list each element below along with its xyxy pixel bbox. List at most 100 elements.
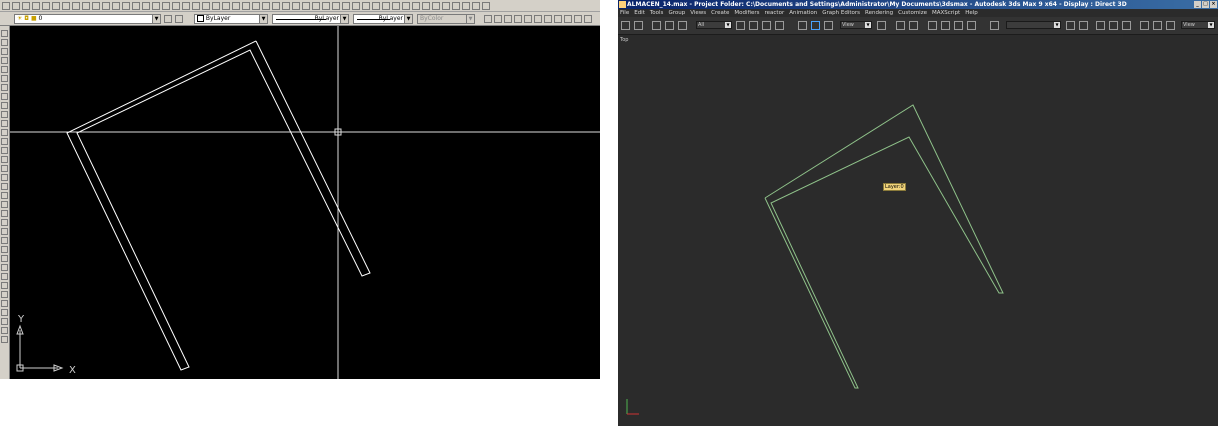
material-editor-icon[interactable] [1140, 21, 1149, 30]
preview-icon[interactable] [42, 1, 50, 10]
layer-previous-icon[interactable] [175, 15, 183, 23]
polygon-icon[interactable] [1, 57, 8, 64]
move-side-icon[interactable] [1, 246, 8, 253]
minimize-button[interactable]: _ [1194, 1, 1201, 8]
view-left-icon[interactable] [262, 1, 270, 10]
render-setup-icon[interactable] [1153, 21, 1162, 30]
erase-side-icon[interactable] [1, 201, 8, 208]
make-block-icon[interactable] [1, 138, 8, 145]
curve-editor-icon[interactable] [1109, 21, 1118, 30]
linetype-combo[interactable]: ByLayer ▼ [272, 14, 349, 24]
rotate-icon[interactable] [811, 21, 820, 30]
menu-create[interactable]: Create [711, 9, 729, 17]
stretch-icon[interactable] [564, 15, 572, 23]
arc-icon[interactable] [1, 75, 8, 82]
select-and-link-icon[interactable] [652, 21, 661, 30]
named-selection-sets-combo[interactable]: ▼ [1006, 21, 1061, 29]
ucs-object-icon[interactable] [322, 1, 330, 10]
viewport-canvas[interactable] [618, 35, 1218, 426]
rotate-icon[interactable] [544, 15, 552, 23]
reference-coordinate-combo[interactable]: View ▼ [840, 21, 872, 29]
bind-space-warp-icon[interactable] [678, 21, 687, 30]
mirror-side-icon[interactable] [1, 219, 8, 226]
redo-icon[interactable] [634, 21, 643, 30]
rectangle-icon[interactable] [1, 66, 8, 73]
offset-icon[interactable] [514, 15, 522, 23]
dimension-radius-icon[interactable] [412, 1, 420, 10]
table-icon[interactable] [1, 183, 8, 190]
select-and-manipulate-icon[interactable] [896, 21, 905, 30]
menu-group[interactable]: Group [668, 9, 685, 17]
menu-animation[interactable]: Animation [789, 9, 817, 17]
help-icon[interactable] [222, 1, 230, 10]
color-combo[interactable]: ByLayer ▼ [194, 14, 268, 24]
mirror-icon[interactable] [1066, 21, 1075, 30]
layer-combo[interactable]: ☀ ◘ ■ 0 ▼ [14, 14, 161, 24]
erase-icon[interactable] [484, 15, 492, 23]
trim-side-icon[interactable] [1, 282, 8, 289]
lock-icon[interactable] [482, 1, 490, 10]
select-object-icon[interactable] [736, 21, 745, 30]
ucs-view-icon[interactable] [312, 1, 320, 10]
menu-help[interactable]: Help [965, 9, 978, 17]
dimension-style-icon[interactable] [442, 1, 450, 10]
autocad-drawing-area[interactable]: Y X [10, 26, 600, 379]
menu-modifiers[interactable]: Modifiers [734, 9, 759, 17]
mirror-icon[interactable] [504, 15, 512, 23]
copy-icon[interactable] [72, 1, 80, 10]
match-properties-icon[interactable] [92, 1, 100, 10]
copy-object-icon[interactable] [494, 15, 502, 23]
markup-icon[interactable] [202, 1, 210, 10]
hatch-icon[interactable] [1, 156, 8, 163]
view-iso-icon[interactable] [272, 1, 280, 10]
pivot-center-icon[interactable] [877, 21, 886, 30]
dimension-update-icon[interactable] [452, 1, 460, 10]
scale-icon[interactable] [554, 15, 562, 23]
revision-cloud-icon[interactable] [1, 93, 8, 100]
spinner-snap-icon[interactable] [967, 21, 976, 30]
ucs-z-icon[interactable] [372, 1, 380, 10]
scale-side-icon[interactable] [1, 264, 8, 271]
zoom-realtime-icon[interactable] [132, 1, 140, 10]
properties-icon[interactable] [162, 1, 170, 10]
publish-icon[interactable] [52, 1, 60, 10]
dimension-angular-icon[interactable] [422, 1, 430, 10]
menu-reactor[interactable]: reactor [765, 9, 785, 17]
select-by-name-icon[interactable] [749, 21, 758, 30]
line-icon[interactable] [1, 30, 8, 37]
chamfer-icon[interactable] [1, 318, 8, 325]
undo-icon[interactable] [102, 1, 110, 10]
unlink-icon[interactable] [665, 21, 674, 30]
make-layer-current-icon[interactable] [164, 15, 172, 23]
menu-edit[interactable]: Edit [634, 9, 645, 17]
ucs-3point-icon[interactable] [342, 1, 350, 10]
polyline-icon[interactable] [1, 48, 8, 55]
trim-icon[interactable] [574, 15, 582, 23]
orbit-icon[interactable] [232, 1, 240, 10]
rotate-side-icon[interactable] [1, 255, 8, 262]
insert-block-icon[interactable] [1, 129, 8, 136]
offset-side-icon[interactable] [1, 228, 8, 235]
ucs-y-icon[interactable] [362, 1, 370, 10]
move-icon[interactable] [534, 15, 542, 23]
construction-line-icon[interactable] [1, 39, 8, 46]
menu-customize[interactable]: Customize [898, 9, 927, 17]
ucs-origin-icon[interactable] [302, 1, 310, 10]
sheet-set-icon[interactable] [192, 1, 200, 10]
new-icon[interactable] [2, 1, 10, 10]
explode-icon[interactable] [1, 336, 8, 343]
snaps-toggle-icon[interactable] [928, 21, 937, 30]
dimension-edit-icon[interactable] [462, 1, 470, 10]
tool-palettes-icon[interactable] [182, 1, 190, 10]
render-type-combo[interactable]: View ▼ [1181, 21, 1215, 29]
selection-region-icon[interactable] [762, 21, 771, 30]
rendered-frame-window-icon[interactable] [1166, 21, 1175, 30]
gradient-icon[interactable] [1, 165, 8, 172]
array-icon[interactable] [524, 15, 532, 23]
calculator-icon[interactable] [212, 1, 220, 10]
menu-rendering[interactable]: Rendering [865, 9, 893, 17]
menu-maxscript[interactable]: MAXScript [932, 9, 960, 17]
text-style-icon[interactable] [472, 1, 480, 10]
join-icon[interactable] [1, 309, 8, 316]
redo-icon[interactable] [112, 1, 120, 10]
